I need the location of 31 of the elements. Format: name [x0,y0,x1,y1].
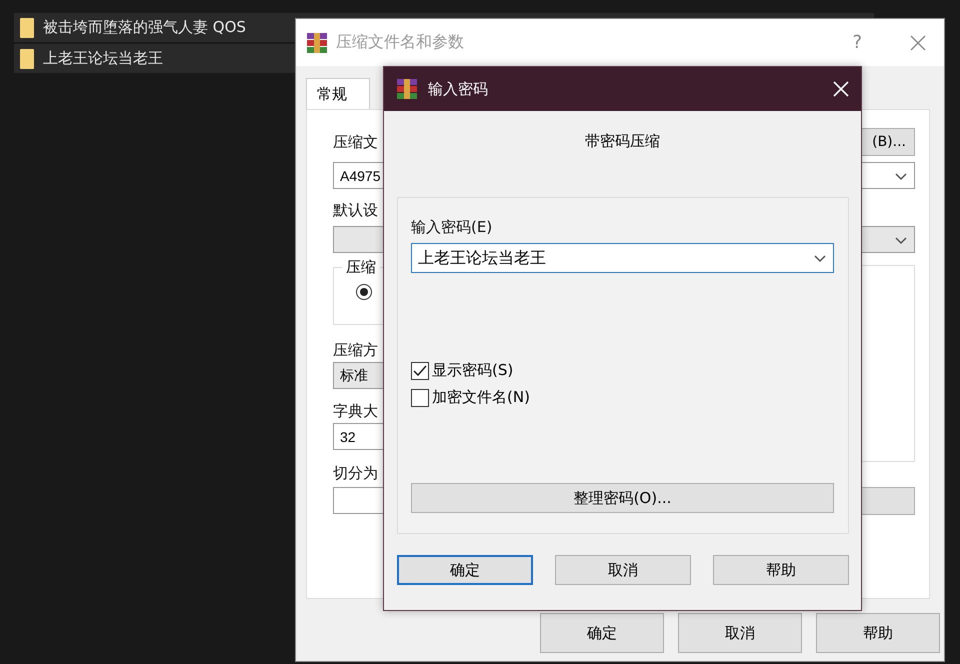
file-name: 上老王论坛当老王 [43,49,163,68]
window-title: 压缩文件名和参数 [336,32,465,53]
window-title: 输入密码 [428,80,489,98]
tab[interactable]: 常规 [306,78,370,109]
field-label: 切分为 [333,464,379,483]
organize-passwords-button[interactable]: 整理密码(O)... [411,483,834,513]
dialog-button[interactable]: 取消 [555,555,691,585]
dialog-heading: 带密码压缩 [584,132,661,152]
dialog-button[interactable]: 取消 [678,613,802,653]
help-button[interactable]: ? [852,32,862,53]
checkbox[interactable] [411,388,429,406]
field-label: 压缩文 [333,132,378,152]
checkbox-label: 加密文件名(N) [432,388,530,407]
dialog-button[interactable]: 帮助 [713,555,849,585]
app-icon [306,32,328,54]
checkbox[interactable] [411,362,429,380]
group-label: 压缩 [342,258,380,277]
radio-button[interactable] [356,284,372,300]
dialog-button[interactable]: 确定 [397,555,533,585]
folder-icon [19,48,35,70]
field-label: 压缩方 [333,341,379,360]
password-field[interactable]: 上老王论坛当老王 [411,243,834,273]
folder-icon [19,16,35,38]
dialog-button[interactable]: 确定 [540,613,664,653]
dialog-button[interactable]: 帮助 [816,613,940,653]
checkbox-label: 显示密码(S) [432,361,514,380]
field-label: 输入密码(E) [411,218,494,237]
field-label: 字典大 [333,402,379,421]
app-icon [396,78,418,100]
field-label: 默认设 [333,201,378,220]
file-name: 被击垮而堕落的强气人妻 QOS [43,18,246,37]
